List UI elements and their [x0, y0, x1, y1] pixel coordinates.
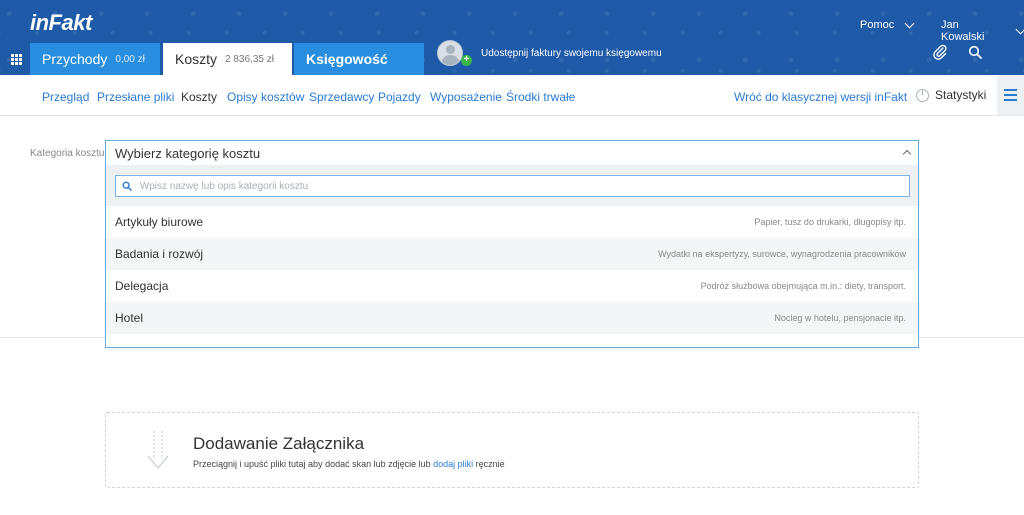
- tab-label: Koszty: [175, 51, 218, 67]
- tab-przychody[interactable]: Przychody 0,00 zł: [30, 43, 160, 75]
- option-name: Artykuły biurowe: [115, 215, 204, 229]
- paperclip-icon[interactable]: [932, 44, 948, 60]
- attachment-dropzone[interactable]: Dodawanie Załącznika Przeciągnij i upuść…: [105, 412, 919, 488]
- help-label: Pomoc: [860, 19, 895, 31]
- avatar: [437, 40, 463, 66]
- tab-label: Przychody: [42, 51, 108, 67]
- list-item-partial[interactable]: [106, 334, 918, 347]
- option-description: Nocleg w hotelu, pensjonacie itp.: [774, 313, 906, 323]
- category-search-area: [106, 165, 918, 206]
- list-item[interactable]: Delegacja Podróż służbowa obejmująca m.i…: [106, 270, 918, 302]
- subnav-koszty[interactable]: Koszty: [181, 90, 217, 104]
- download-arrow-icon: [147, 431, 169, 469]
- user-name: Jan Kowalski: [941, 19, 985, 43]
- pie-chart-icon: [916, 88, 929, 102]
- category-select-value: Wybierz kategorię kosztu: [115, 145, 261, 161]
- app-logo[interactable]: inFakt: [30, 10, 92, 36]
- option-name: Badania i rozwój: [115, 247, 204, 261]
- chevron-down-icon: [904, 18, 915, 28]
- add-accountant-icon[interactable]: +: [461, 55, 472, 66]
- subnav-sprzedawcy[interactable]: Sprzedawcy: [309, 90, 374, 104]
- hamburger-menu-button[interactable]: [997, 75, 1024, 115]
- option-description: Podróż służbowa obejmująca m.in.: diety,…: [700, 281, 906, 291]
- option-description: Papier, tusz do drukarki, długopisy itp.: [754, 217, 906, 227]
- subnav-opisy-kosztow[interactable]: Opisy kosztów: [227, 90, 304, 104]
- attachment-text-after: ręcznie: [473, 459, 505, 469]
- attachment-text-before: Przeciągnij i upuść pliki tutaj aby doda…: [193, 459, 434, 469]
- subnav-przeglad[interactable]: Przegląd: [42, 90, 89, 104]
- add-files-link[interactable]: dodaj pliki: [433, 459, 473, 469]
- category-label: Kategoria kosztu: [30, 148, 105, 159]
- subnav-przeslane-pliki[interactable]: Przesłane pliki: [97, 90, 174, 104]
- tab-ksiegowosc[interactable]: Księgowość: [294, 43, 424, 75]
- subnav-pojazdy[interactable]: Pojazdy: [378, 90, 421, 104]
- search-icon: [122, 181, 132, 191]
- user-menu[interactable]: Jan Kowalski: [941, 19, 1024, 43]
- tab-koszty[interactable]: Koszty 2 836,35 zł: [163, 43, 292, 75]
- top-header: inFakt Pomoc Jan Kowalski Przychody 0,00…: [0, 0, 1024, 75]
- chevron-down-icon: [1015, 24, 1024, 34]
- subnav-wyposazenie[interactable]: Wyposażenie: [430, 90, 502, 104]
- option-name: Hotel: [115, 311, 144, 325]
- statistics-label: Statystyki: [935, 88, 987, 102]
- help-menu[interactable]: Pomoc: [860, 18, 915, 31]
- list-item[interactable]: Hotel Nocleg w hotelu, pensjonacie itp.: [106, 302, 918, 334]
- tab-amount: 2 836,35 zł: [225, 53, 274, 65]
- chevron-up-icon: [902, 149, 912, 159]
- attachment-instructions: Przeciągnij i upuść pliki tutaj aby doda…: [193, 459, 505, 469]
- list-item[interactable]: Badania i rozwój Wydatki na ekspertyzy, …: [106, 238, 918, 270]
- search-icon[interactable]: [968, 45, 982, 59]
- category-dropdown[interactable]: Wybierz kategorię kosztu Artykuły biurow…: [105, 140, 919, 348]
- apps-grid-icon[interactable]: [11, 54, 22, 65]
- category-search-box[interactable]: [115, 175, 910, 197]
- share-text: Udostępnij faktury swojemu księgowemu: [481, 47, 662, 59]
- sub-navigation: Przegląd Przesłane pliki Koszty Opisy ko…: [0, 75, 1024, 116]
- option-description: Wydatki na ekspertyzy, surowce, wynagrod…: [658, 249, 906, 259]
- list-item[interactable]: Artykuły biurowe Papier, tusz do drukark…: [106, 206, 918, 238]
- statistics-button[interactable]: Statystyki: [916, 88, 986, 102]
- tab-label: Księgowość: [306, 51, 388, 67]
- category-select[interactable]: Wybierz kategorię kosztu: [106, 141, 918, 165]
- subnav-srodki-trwale[interactable]: Środki trwałe: [506, 90, 575, 104]
- tab-amount: 0,00 zł: [115, 53, 145, 65]
- attachment-title: Dodawanie Załącznika: [193, 434, 365, 453]
- category-search-input[interactable]: [139, 180, 909, 192]
- classic-version-link[interactable]: Wróć do klasycznej wersji inFakt: [734, 90, 907, 104]
- option-name: Delegacja: [115, 279, 169, 293]
